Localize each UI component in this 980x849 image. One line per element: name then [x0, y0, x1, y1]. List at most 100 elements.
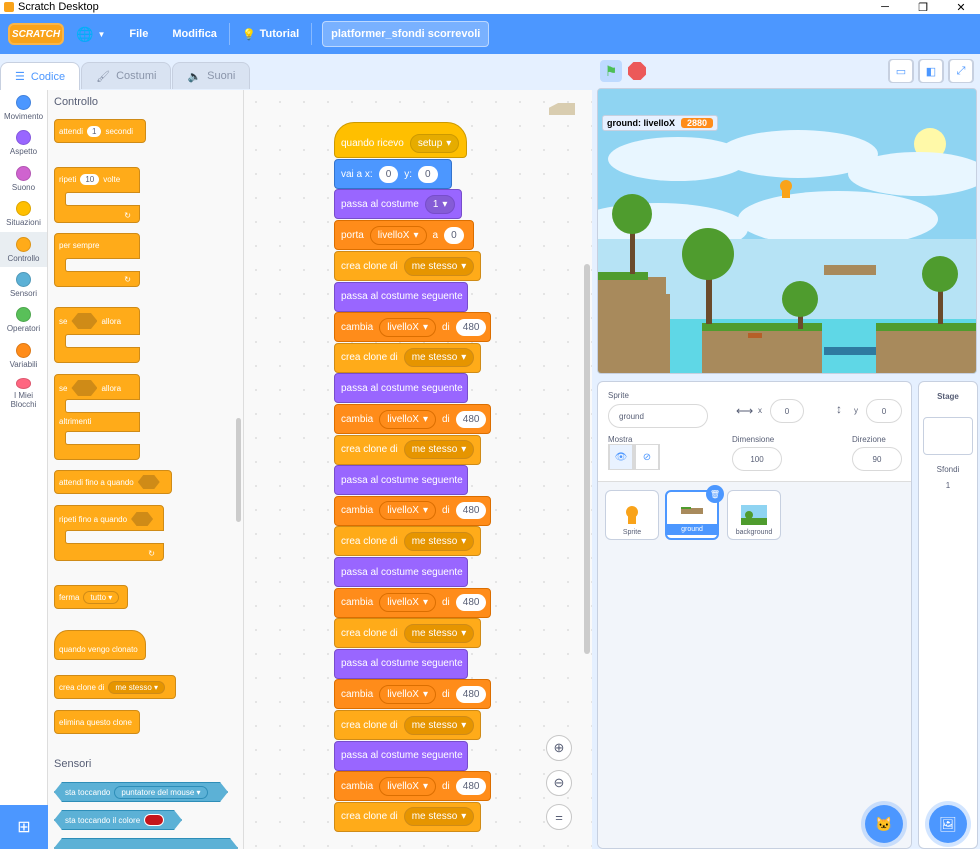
clone-dropdown[interactable]: me stesso ▾: [403, 256, 475, 276]
color-swatch[interactable]: [144, 814, 164, 826]
stop-button[interactable]: [628, 62, 646, 80]
boolean-slot[interactable]: [71, 313, 98, 329]
zoom-reset-button[interactable]: =: [546, 804, 572, 830]
category-my-blocks[interactable]: I Miei Blocchi: [0, 373, 47, 409]
choose-sprite-button[interactable]: 🐱: [865, 805, 903, 843]
block-create-clone[interactable]: crea clone di me stesso ▾: [334, 618, 481, 649]
sprite-tile[interactable]: Sprite: [605, 490, 659, 540]
show-button[interactable]: 👁: [608, 444, 634, 470]
block-change-variable[interactable]: cambia livelloX ▾ di 480: [334, 312, 491, 343]
block-repeat[interactable]: ripeti 10 volte ↻: [54, 167, 140, 223]
zoom-in-button[interactable]: ⊕: [546, 735, 572, 761]
block-change-variable[interactable]: cambia livelloX ▾ di 480: [334, 495, 491, 526]
x-input[interactable]: 0: [770, 399, 804, 423]
category-control[interactable]: Controllo: [0, 231, 47, 267]
minimize-button[interactable]: ─: [866, 1, 904, 14]
clone-dropdown[interactable]: me stesso ▾: [403, 440, 475, 460]
y-input[interactable]: 0: [866, 399, 902, 423]
direction-input[interactable]: 90: [852, 447, 902, 471]
size-input[interactable]: 100: [732, 447, 782, 471]
clone-dropdown[interactable]: me stesso ▾: [403, 807, 475, 827]
message-dropdown[interactable]: setup ▾: [409, 133, 460, 153]
zoom-out-button[interactable]: ⊖: [546, 770, 572, 796]
variable-dropdown[interactable]: livelloX ▾: [379, 593, 436, 613]
choose-backdrop-button[interactable]: 🖼: [929, 805, 967, 843]
maximize-button[interactable]: ❐: [904, 1, 942, 14]
stage-canvas[interactable]: ground: livelloX 2880: [597, 88, 977, 374]
costume-dropdown[interactable]: 1 ▾: [424, 194, 456, 214]
boolean-slot[interactable]: [137, 475, 160, 489]
block-create-clone[interactable]: crea clone di me stesso ▾: [334, 710, 481, 740]
block-goto-xy[interactable]: vai a x: 0 y: 0: [334, 159, 452, 189]
block-when-receive[interactable]: quando ricevo setup ▾: [334, 122, 467, 158]
block-forever[interactable]: per sempre ↻: [54, 233, 140, 287]
block-when-clone[interactable]: quando vengo clonato: [54, 630, 146, 660]
file-menu[interactable]: File: [117, 14, 160, 54]
block-next-costume[interactable]: passa al costume seguente: [334, 465, 468, 496]
value-input[interactable]: 0: [444, 226, 464, 244]
block-set-variable[interactable]: porta livelloX ▾ a 0: [334, 220, 474, 250]
hide-button[interactable]: ⊘: [634, 444, 660, 470]
block-create-clone[interactable]: crea clone di me stesso ▾: [334, 342, 481, 373]
value-input[interactable]: 480: [455, 685, 487, 703]
block-touching-color[interactable]: sta toccando il colore: [54, 810, 182, 830]
clone-dropdown[interactable]: me stesso ▾: [403, 531, 475, 551]
block-create-clone[interactable]: crea clone di me stesso ▾: [334, 434, 481, 465]
category-sensing[interactable]: Sensori: [0, 267, 47, 302]
block-repeat-until[interactable]: ripeti fino a quando ↻: [54, 505, 164, 561]
close-button[interactable]: ✕: [942, 1, 980, 14]
variable-monitor[interactable]: ground: livelloX 2880: [602, 115, 719, 131]
variable-dropdown[interactable]: livelloX ▾: [379, 776, 436, 796]
block-next-costume[interactable]: passa al costume seguente: [334, 281, 468, 312]
block-input[interactable]: 10: [80, 174, 100, 185]
block-change-variable[interactable]: cambia livelloX ▾ di 480: [334, 771, 491, 802]
variable-dropdown[interactable]: livelloX ▾: [379, 501, 436, 521]
stage-thumbnail[interactable]: [923, 417, 973, 455]
tab-costumes[interactable]: 🖌 Costumi: [81, 62, 172, 89]
block-next-costume[interactable]: passa al costume seguente: [334, 648, 468, 679]
block-next-costume[interactable]: passa al costume seguente: [334, 740, 468, 771]
category-motion[interactable]: Movimento: [0, 90, 47, 125]
block-sensing-partial[interactable]: [54, 838, 238, 849]
clone-dropdown[interactable]: me stesso ▾: [403, 715, 475, 735]
normal-stage-button[interactable]: ◧: [918, 59, 944, 83]
fullscreen-button[interactable]: ⤢: [948, 59, 974, 83]
small-stage-button[interactable]: ▭: [888, 59, 914, 83]
category-sound[interactable]: Suono: [0, 161, 47, 196]
touching-dropdown[interactable]: puntatore del mouse ▾: [114, 786, 207, 799]
tab-code[interactable]: ☰ Codice: [0, 62, 81, 90]
category-operators[interactable]: Operatori: [0, 302, 47, 337]
value-input[interactable]: 480: [455, 594, 487, 612]
block-input[interactable]: 1: [87, 125, 102, 137]
palette-scrollbar[interactable]: [236, 418, 241, 522]
edit-menu[interactable]: Modifica: [160, 14, 229, 54]
clone-dropdown[interactable]: me stesso ▾: [403, 348, 475, 368]
tutorial-button[interactable]: 💡 Tutorial: [230, 14, 311, 54]
clone-dropdown[interactable]: me stesso ▾: [108, 680, 166, 694]
block-touching[interactable]: sta toccando puntatore del mouse ▾: [54, 782, 228, 802]
variable-dropdown[interactable]: livelloX ▾: [379, 409, 436, 429]
value-input[interactable]: 480: [455, 318, 487, 336]
block-create-clone[interactable]: crea clone di me stesso ▾: [334, 526, 481, 557]
value-input[interactable]: 480: [455, 502, 487, 520]
sprite-name-input[interactable]: ground: [608, 404, 708, 428]
category-looks[interactable]: Aspetto: [0, 125, 47, 160]
x-input[interactable]: 0: [378, 165, 399, 183]
code-workspace[interactable]: quando ricevo setup ▾ vai a x: 0 y: 0 passa a…: [244, 90, 592, 849]
sprite-tile[interactable]: background: [727, 490, 781, 540]
project-title-input[interactable]: platformer_sfondi scorrevoli: [322, 21, 490, 47]
block-change-variable[interactable]: cambia livelloX ▾ di 480: [334, 587, 491, 618]
block-switch-costume[interactable]: passa al costume 1 ▾: [334, 189, 462, 219]
green-flag-button[interactable]: ⚑: [600, 60, 622, 82]
value-input[interactable]: 480: [455, 777, 487, 795]
boolean-slot[interactable]: [71, 380, 98, 396]
value-input[interactable]: 480: [455, 410, 487, 428]
block-change-variable[interactable]: cambia livelloX ▾ di 480: [334, 679, 491, 710]
category-events[interactable]: Situazioni: [0, 196, 47, 231]
block-wait-until[interactable]: attendi fino a quando: [54, 470, 172, 494]
boolean-slot[interactable]: [131, 512, 154, 526]
block-create-clone[interactable]: crea clone di me stesso ▾: [334, 801, 481, 832]
variable-dropdown[interactable]: livelloX ▾: [379, 684, 436, 704]
variable-dropdown[interactable]: livelloX ▾: [369, 225, 427, 245]
block-delete-clone[interactable]: elimina questo clone: [54, 710, 140, 734]
